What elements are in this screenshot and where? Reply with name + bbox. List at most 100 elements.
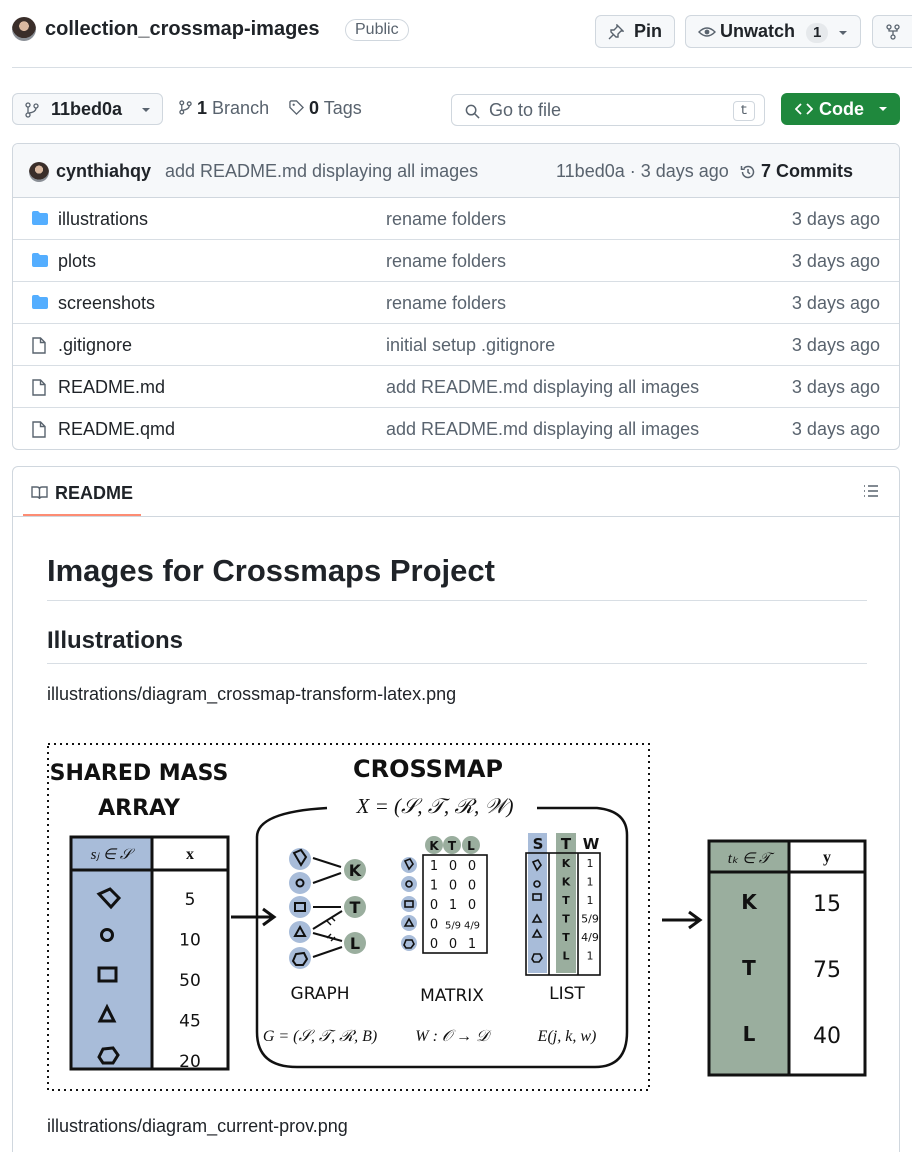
title-rule bbox=[47, 600, 867, 601]
list-source-col bbox=[528, 833, 547, 973]
file-age: 3 days ago bbox=[791, 209, 880, 229]
matrix-cell: 1 bbox=[468, 937, 476, 952]
file-name[interactable]: illustrations bbox=[58, 209, 148, 230]
graph-target-l: L bbox=[350, 934, 360, 953]
right-col-header: tₖ ∈ 𝒯 bbox=[728, 851, 775, 867]
section-rule bbox=[47, 663, 867, 664]
readme-panel: README Images for Crossmaps Project Illu… bbox=[12, 466, 900, 1152]
commit-meta[interactable]: 11bed0a · 3 days ago bbox=[556, 161, 729, 182]
file-commit-message[interactable]: rename folders bbox=[386, 251, 506, 272]
target-table: tₖ ∈ 𝒯 y K T L 15 75 40 bbox=[707, 839, 867, 1077]
matrix-cell: 5/9 bbox=[445, 921, 461, 932]
chevron-down-icon bbox=[839, 31, 847, 35]
file-icon bbox=[32, 379, 46, 401]
list-target-cell: K bbox=[562, 876, 571, 889]
readme-title: Images for Crossmaps Project bbox=[47, 553, 495, 588]
matrix-representation: K T L 1 0 01 0 00 1 00 5/9 4/90 0 1 MATRIX W : 𝒪 →… bbox=[401, 836, 492, 1045]
list-weight-cell: 4/9 bbox=[581, 931, 599, 944]
right-value-cell: 40 bbox=[813, 1024, 841, 1049]
commit-message[interactable]: add README.md displaying all images bbox=[165, 161, 478, 182]
graph-formula: G = (𝒮, 𝒯, ℛ, B) bbox=[263, 1028, 377, 1045]
file-age: 3 days ago bbox=[791, 335, 880, 355]
latest-commit-bar: cynthiahqy add README.md displaying all … bbox=[13, 144, 899, 198]
git-branch-icon bbox=[179, 100, 192, 115]
owner-avatar[interactable] bbox=[12, 17, 36, 41]
file-age: 3 days ago bbox=[791, 377, 880, 397]
branch-select-button[interactable]: 11bed0a bbox=[12, 93, 163, 125]
pin-label: Pin bbox=[634, 21, 663, 41]
matrix-label: MATRIX bbox=[420, 986, 484, 1006]
visibility-badge: Public bbox=[345, 19, 409, 41]
repo-header: collection_crossmap-images Public Pin Un… bbox=[0, 0, 912, 66]
file-row[interactable]: README.qmd add README.md displaying all i… bbox=[13, 408, 899, 449]
file-commit-message[interactable]: add README.md displaying all images bbox=[386, 377, 699, 398]
file-name[interactable]: plots bbox=[58, 251, 96, 272]
branches-link[interactable]: 1 Branch bbox=[179, 98, 269, 119]
left-values: 5 10 50 45 20 bbox=[179, 890, 201, 1072]
shared-mass-table: sⱼ ∈ 𝒮 x 5 10 50 45 20 bbox=[69, 835, 230, 1072]
section-heading-illustrations: Illustrations bbox=[47, 627, 184, 654]
file-row[interactable]: .gitignore initial setup .gitignore 3 days… bbox=[13, 324, 899, 366]
code-label: Code bbox=[819, 99, 864, 119]
tags-link[interactable]: 0 Tags bbox=[289, 98, 362, 119]
go-to-file-input[interactable]: Go to file t bbox=[451, 94, 765, 126]
crossmap-title: CROSSMAP bbox=[353, 755, 503, 783]
readme-tab[interactable]: README bbox=[55, 483, 133, 504]
matrix-cell: 4/9 bbox=[464, 921, 480, 932]
matrix-cell: 0 bbox=[430, 898, 438, 913]
right-value-cell: 15 bbox=[813, 892, 841, 917]
graph-target-t: T bbox=[350, 898, 361, 917]
file-commit-message[interactable]: initial setup .gitignore bbox=[386, 335, 555, 356]
commits-link[interactable]: 7 Commits bbox=[740, 161, 854, 182]
tag-label: Tags bbox=[323, 98, 362, 118]
file-commit-message[interactable]: rename folders bbox=[386, 209, 506, 230]
crossmap-formula: X = (𝒮, 𝒯, ℛ, 𝒲) bbox=[356, 794, 514, 818]
file-commit-message[interactable]: rename folders bbox=[386, 293, 506, 314]
author-avatar[interactable] bbox=[29, 162, 49, 182]
right-target-cell: K bbox=[741, 890, 758, 914]
file-row[interactable]: plots rename folders 3 days ago bbox=[13, 240, 899, 282]
right-val-header: y bbox=[823, 849, 831, 866]
crossmap-diagram[interactable]: SHARED MASS ARRAY sⱼ ∈ 𝒮 x 510504520 CRO… bbox=[47, 707, 877, 1102]
folder-icon bbox=[32, 295, 48, 314]
list-weight-cell: 1 bbox=[587, 950, 594, 963]
pin-button[interactable]: Pin bbox=[595, 15, 675, 48]
commit-author[interactable]: cynthiahqy bbox=[56, 161, 151, 182]
list-weight-cell: 1 bbox=[587, 857, 594, 870]
right-value-cell: 75 bbox=[813, 958, 841, 983]
matrix-cell: 0 bbox=[449, 937, 457, 952]
fork-button[interactable] bbox=[872, 15, 912, 48]
readme-header: README bbox=[13, 467, 899, 517]
file-name[interactable]: .gitignore bbox=[58, 335, 132, 356]
unwatch-button[interactable]: Unwatch 1 bbox=[685, 15, 861, 48]
right-target-cell: L bbox=[743, 1022, 756, 1046]
file-age: 3 days ago bbox=[791, 419, 880, 439]
code-button[interactable]: Code bbox=[781, 93, 900, 125]
repo-name[interactable]: collection_crossmap-images bbox=[45, 18, 320, 41]
image-caption-1: illustrations/diagram_crossmap-transform… bbox=[47, 684, 457, 704]
file-browser: cynthiahqy add README.md displaying all … bbox=[12, 143, 900, 450]
graph-label: GRAPH bbox=[291, 984, 350, 1004]
matrix-cell: 0 bbox=[430, 918, 438, 933]
list-weight-cell: 1 bbox=[587, 894, 594, 907]
commit-count: 7 Commits bbox=[761, 161, 854, 181]
header-divider bbox=[12, 67, 912, 68]
readme-tab-underline bbox=[23, 514, 141, 516]
file-list: illustrations rename folders 3 days ago plo… bbox=[13, 198, 899, 449]
file-name[interactable]: README.qmd bbox=[58, 419, 175, 440]
file-commit-message[interactable]: add README.md displaying all images bbox=[386, 419, 699, 440]
file-name[interactable]: README.md bbox=[58, 377, 165, 398]
search-placeholder: Go to file bbox=[489, 100, 562, 120]
matrix-cell: 1 bbox=[449, 898, 457, 913]
chevron-down-icon bbox=[142, 108, 150, 112]
code-icon bbox=[795, 103, 813, 115]
tag-icon bbox=[289, 100, 304, 115]
file-row[interactable]: screenshots rename folders 3 days ago bbox=[13, 282, 899, 324]
left-title-2: ARRAY bbox=[98, 796, 181, 821]
file-row[interactable]: README.md add README.md displaying all im… bbox=[13, 366, 899, 408]
outline-list-icon[interactable] bbox=[863, 484, 879, 498]
matrix-cell: 0 bbox=[468, 859, 476, 874]
file-row[interactable]: illustrations rename folders 3 days ago bbox=[13, 198, 899, 240]
file-name[interactable]: screenshots bbox=[58, 293, 155, 314]
pin-icon bbox=[608, 24, 624, 40]
